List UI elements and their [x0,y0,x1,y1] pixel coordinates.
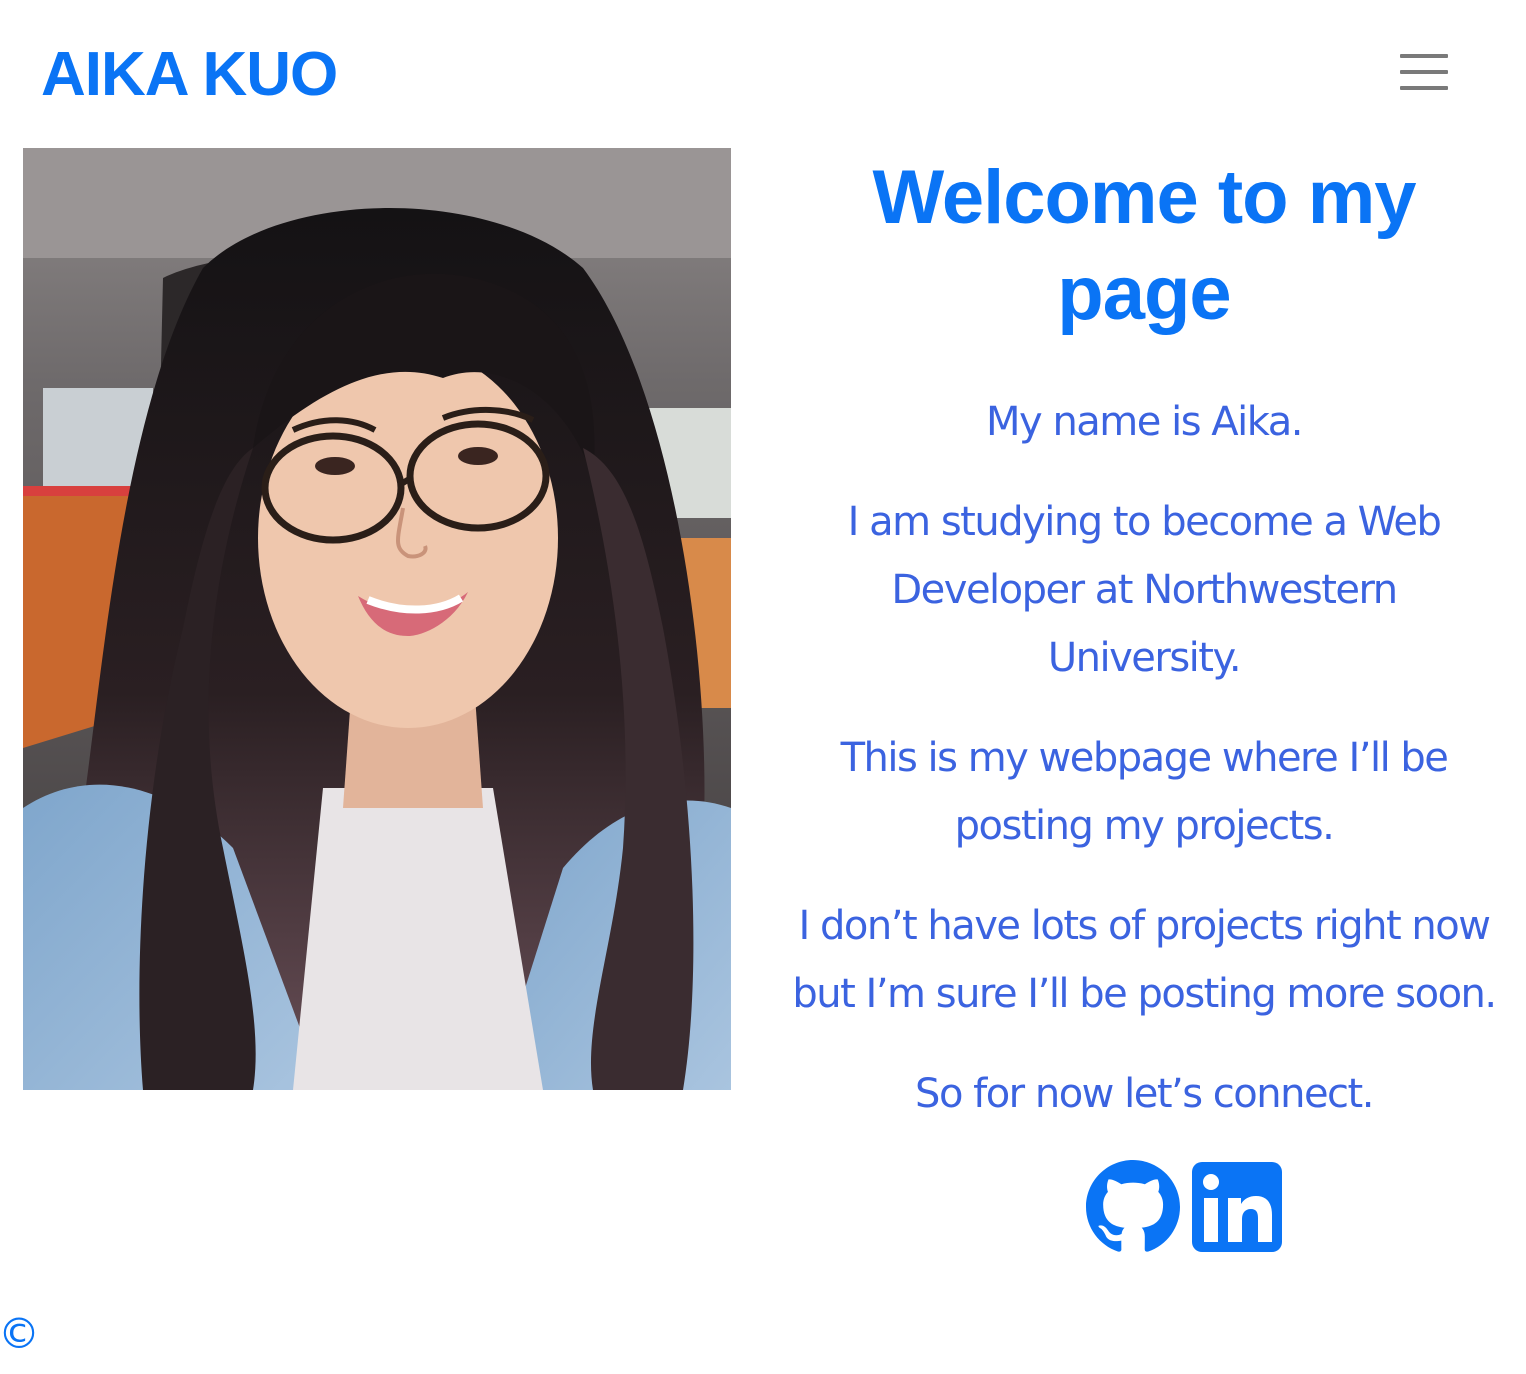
brand-link[interactable]: AIKA KUO [41,40,338,110]
navbar: AIKA KUO [0,0,1526,148]
intro-paragraph: I don’t have lots of projects right now … [792,903,1497,1017]
intro-paragraph: So for now let’s connect. [915,1071,1374,1117]
hamburger-bar [1400,54,1448,58]
intro-paragraph: My name is Aika. [986,399,1303,445]
hamburger-bar [1400,70,1448,74]
profile-photo [23,148,731,1090]
hamburger-bar [1400,86,1448,90]
intro-section: Welcome to my page My name is Aika. I am… [790,150,1498,1128]
welcome-heading: Welcome to my page [872,155,1416,336]
hamburger-menu-icon[interactable] [1392,44,1456,100]
github-icon[interactable] [1086,1160,1180,1254]
footer-copyright: © [0,1309,40,1358]
linkedin-icon[interactable] [1190,1160,1284,1254]
intro-paragraph: I am studying to become a Web Developer … [847,499,1442,681]
social-links [1086,1160,1284,1254]
intro-paragraph: This is my webpage where I’ll be posting… [840,735,1449,849]
